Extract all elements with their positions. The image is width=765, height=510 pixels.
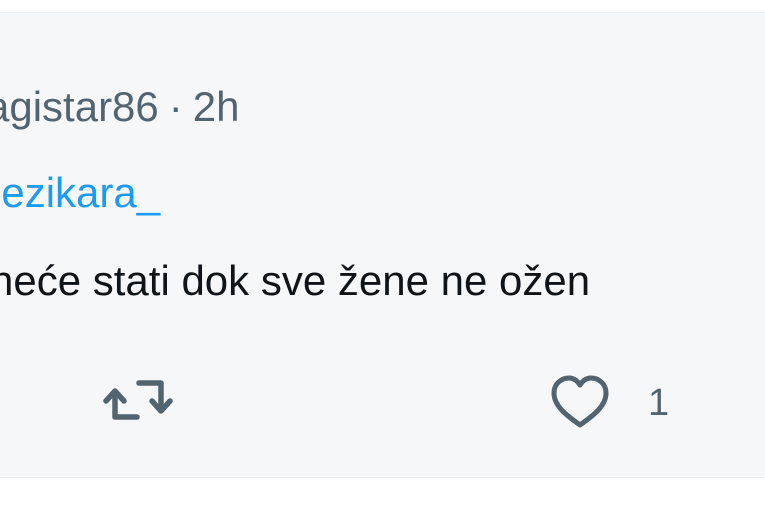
- tweet-text: neće stati dok sve žene ne ožen: [0, 257, 591, 304]
- retweet-icon: [102, 373, 174, 429]
- retweet-button[interactable]: [102, 373, 174, 429]
- replying-to-mention[interactable]: jezikara_: [0, 163, 160, 223]
- timestamp[interactable]: 2h: [193, 83, 240, 130]
- separator-dot: ·: [168, 83, 183, 130]
- like-button[interactable]: 1: [548, 373, 669, 433]
- tweet-header: agistar86 · 2h: [0, 77, 240, 137]
- heart-outline-icon: [548, 374, 612, 432]
- tweet-card[interactable]: agistar86 · 2h jezikara_ neće stati dok sv…: [0, 12, 765, 478]
- like-count: 1: [648, 382, 670, 424]
- username[interactable]: agistar86: [0, 83, 159, 130]
